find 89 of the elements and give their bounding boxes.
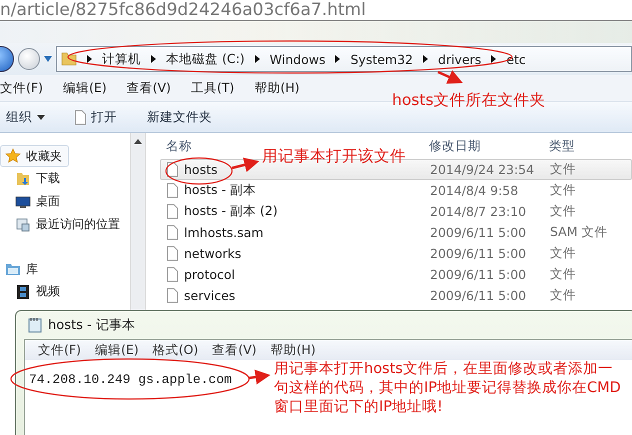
file-name: hosts - 副本 xyxy=(184,182,256,199)
text-content[interactable]: 74.208.10.249 gs.apple.com xyxy=(25,360,232,387)
annotation-text: 用记事本打开hosts文件后，在里面修改或者添加一句这样的代码，其中的IP地址要记得替换成你在CMD窗口里面记下的IP地址哦! xyxy=(274,360,622,417)
toolbar-button[interactable]: 新建文件夹 xyxy=(145,106,214,128)
file-name: lmhosts.sam xyxy=(184,225,264,240)
file-row[interactable]: networks 2009/6/11 5:00 文件 xyxy=(160,243,632,264)
file-name: services xyxy=(184,288,236,303)
file-row[interactable]: lmhosts.sam 2009/6/11 5:00 SAM 文件 xyxy=(160,222,632,243)
recent-places-icon xyxy=(15,216,31,232)
chevron-icon[interactable] xyxy=(335,55,340,63)
file-icon xyxy=(167,162,178,177)
breadcrumb-item[interactable]: 计算机 xyxy=(102,50,141,68)
nav-item[interactable]: 最近访问的位置 xyxy=(0,213,127,236)
toolbar-button[interactable]: 打开 xyxy=(73,106,119,128)
menu-item[interactable]: 帮助(H) xyxy=(254,80,300,96)
scroll-up-icon[interactable] xyxy=(134,139,142,144)
film-strip-icon xyxy=(15,284,31,300)
file-date: 2009/6/11 5:00 xyxy=(429,267,528,282)
file-type: 文件 xyxy=(549,161,577,178)
arrow xyxy=(438,70,463,84)
browser-url: n/article/8275fc86d9d24246a03cf6a7.html xyxy=(0,0,366,20)
breadcrumb-item[interactable]: Windows xyxy=(270,52,326,66)
file-name: networks xyxy=(184,246,242,261)
file-row[interactable]: hosts - 副本 2014/8/4 9:58 文件 xyxy=(160,180,632,201)
menu-item[interactable]: 文件(F) xyxy=(38,342,81,358)
nav-item[interactable]: 视频 xyxy=(0,280,67,303)
file-date: 2009/6/11 5:00 xyxy=(429,246,528,261)
nav-group[interactable]: 库 xyxy=(0,258,45,280)
chevron-icon[interactable] xyxy=(151,55,156,63)
menu-item[interactable]: 查看(V) xyxy=(126,80,171,96)
breadcrumb-item[interactable]: etc xyxy=(506,52,526,66)
monitor-icon xyxy=(15,194,31,210)
nav-group[interactable]: 收藏夹 xyxy=(0,145,69,167)
file-type: 文件 xyxy=(549,182,577,199)
column-header[interactable]: 修改日期 xyxy=(423,138,543,154)
file-date: 2014/9/24 23:54 xyxy=(429,162,536,177)
chevron-icon[interactable] xyxy=(87,55,92,63)
breadcrumb-item[interactable]: 本地磁盘 (C:) xyxy=(166,50,245,68)
annotation-text: hosts文件所在文件夹 xyxy=(392,90,546,110)
file-type: 文件 xyxy=(549,203,577,220)
file-date: 2014/8/4 9:58 xyxy=(429,183,520,198)
star-icon xyxy=(5,148,21,164)
window-title: hosts - 记事本 xyxy=(48,317,135,334)
file-date: 2009/6/11 5:00 xyxy=(429,225,528,240)
menu-item[interactable]: 编辑(E) xyxy=(62,80,107,96)
file-icon xyxy=(167,204,178,219)
file-icon xyxy=(167,246,178,261)
arrow xyxy=(248,370,270,384)
menu-item[interactable]: 工具(T) xyxy=(190,80,234,96)
chevron-icon[interactable] xyxy=(423,55,428,63)
library-folder-icon xyxy=(5,261,21,277)
breadcrumb-item[interactable]: System32 xyxy=(350,52,414,66)
file-icon xyxy=(167,183,178,198)
file-date: 2014/8/7 23:10 xyxy=(429,204,528,219)
file-name: hosts xyxy=(184,162,218,177)
arrow xyxy=(232,158,260,172)
file-type: SAM 文件 xyxy=(549,224,608,241)
menu-item[interactable]: 格式(O) xyxy=(152,342,198,358)
scrollbar[interactable] xyxy=(130,133,146,311)
breadcrumb-item[interactable]: drivers xyxy=(438,52,482,66)
file-date: 2009/6/11 5:00 xyxy=(429,288,528,303)
menu-item[interactable]: 查看(V) xyxy=(212,342,257,358)
address-bar[interactable]: 计算机 本地磁盘 (C:) Windows System32 drivers etc xyxy=(56,46,632,72)
caret-icon xyxy=(37,114,45,120)
file-type: 文件 xyxy=(549,287,577,304)
dropdown-arrow-icon[interactable] xyxy=(44,56,52,62)
file-icon xyxy=(75,110,86,124)
menu-item[interactable]: 文件(F) xyxy=(0,80,43,96)
menu-item[interactable]: 编辑(E) xyxy=(94,342,139,358)
chevron-icon[interactable] xyxy=(491,55,496,63)
toolbar-button[interactable]: 组织 xyxy=(4,106,47,128)
file-icon xyxy=(167,288,178,303)
file-name: hosts - 副本 (2) xyxy=(184,203,278,220)
highlight-ellipse xyxy=(165,157,233,185)
file-row[interactable]: services 2009/6/11 5:00 文件 xyxy=(160,285,632,306)
folder-download-icon xyxy=(15,170,31,186)
file-type: 文件 xyxy=(549,266,577,283)
nav-item[interactable]: 桌面 xyxy=(0,190,67,213)
file-icon xyxy=(167,225,178,240)
notepad-icon xyxy=(28,317,42,333)
file-row[interactable]: protocol 2009/6/11 5:00 文件 xyxy=(160,264,632,285)
file-type: 文件 xyxy=(549,245,577,262)
chevron-icon[interactable] xyxy=(254,55,260,63)
file-icon xyxy=(167,267,178,282)
column-header[interactable]: 类型 xyxy=(543,138,632,154)
nav-item[interactable]: 下载 xyxy=(0,167,67,190)
file-row[interactable]: hosts - 副本 (2) 2014/8/7 23:10 文件 xyxy=(160,201,632,222)
menu-item[interactable]: 帮助(H) xyxy=(270,342,316,358)
file-name: protocol xyxy=(184,267,235,282)
